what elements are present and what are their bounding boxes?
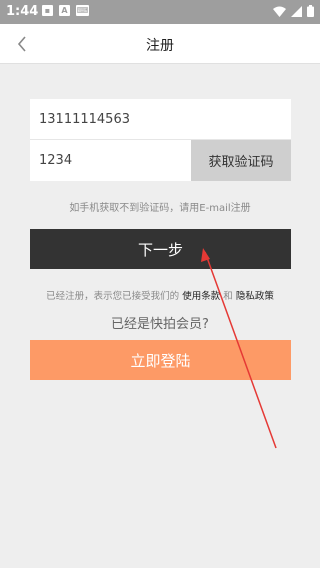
system-icons [273, 5, 314, 17]
battery-icon [307, 5, 314, 17]
image-icon: ▪ [42, 5, 53, 16]
terms-notice: 已经注册，表示您已接受我们的 使用条款 和 隐私政策 [0, 288, 320, 302]
a-icon: A [59, 5, 70, 16]
app-bar: 注册 [0, 24, 320, 64]
email-hint: 如手机获取不到验证码，请用E-mail注册 [69, 203, 251, 214]
signal-icon [291, 5, 302, 17]
privacy-policy-link[interactable]: 隐私政策 [236, 291, 274, 302]
login-button[interactable]: 立即登陆 [30, 340, 291, 380]
keyboard-icon: ⌨ [76, 5, 89, 16]
annotation-arrow [201, 248, 277, 449]
next-step-button[interactable]: 下一步 [30, 229, 291, 269]
terms-of-use-link[interactable]: 使用条款 [182, 291, 220, 302]
terms-prefix: 已经注册，表示您已接受我们的 [46, 291, 180, 302]
wifi-icon [273, 6, 286, 17]
code-field[interactable] [30, 140, 191, 181]
phone-input[interactable] [30, 99, 291, 139]
terms-and: 和 [223, 291, 233, 302]
notification-icons: ▪ A ⌨ [42, 5, 89, 16]
status-bar: 1:44 ▪ A ⌨ [0, 0, 320, 24]
verification-code-input[interactable] [30, 140, 191, 181]
page-title: 注册 [146, 38, 174, 54]
phone-field[interactable] [30, 99, 291, 140]
get-code-button[interactable]: 获取验证码 [191, 140, 291, 181]
member-question: 已经是快拍会员? [111, 317, 209, 332]
status-time: 1:44 [6, 4, 39, 19]
